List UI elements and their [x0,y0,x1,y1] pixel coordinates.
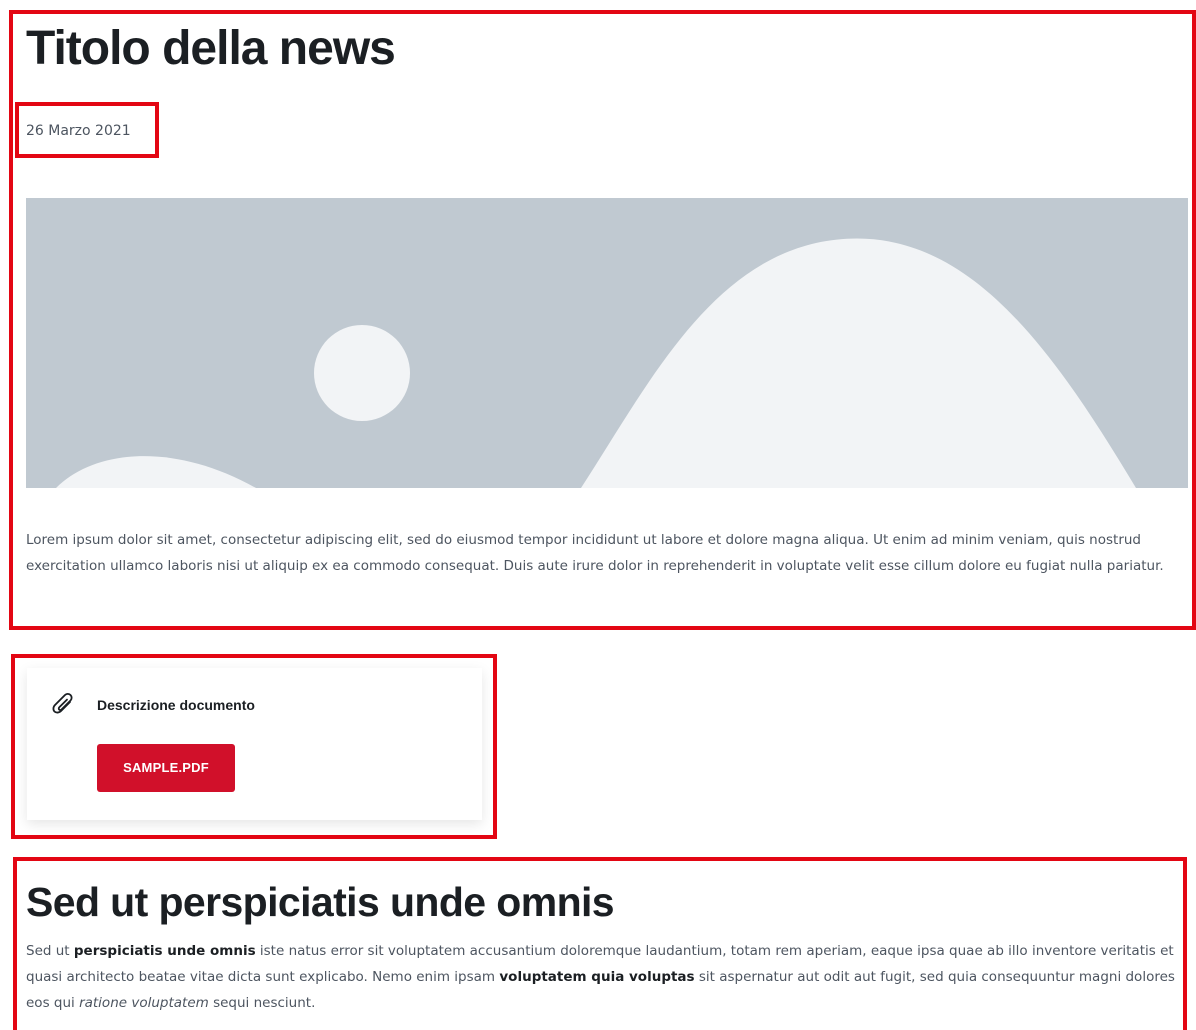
section-text: sequi nesciunt. [208,995,316,1011]
section-text: Sed ut [26,943,74,959]
news-date: 26 Marzo 2021 [26,123,131,139]
attachment-card: Descrizione documento SAMPLE.PDF [27,668,482,820]
section-title: Sed ut perspiciatis unde omnis [26,879,615,925]
section-italic-text: ratione voluptatem [79,995,209,1011]
news-lead-paragraph: Lorem ipsum dolor sit amet, consectetur … [26,532,1164,574]
document-description: Descrizione documento [97,697,255,713]
image-placeholder-icon [26,198,1188,488]
section-bold-text: voluptatem quia voluptas [499,969,695,985]
paperclip-icon [52,692,73,714]
section-paragraph: Sed ut perspiciatis unde omnis iste natu… [26,938,1186,1016]
hero-image [26,198,1188,488]
sample-pdf-button[interactable]: SAMPLE.PDF [97,744,235,792]
news-title: Titolo della news [26,22,396,75]
section-bold-text: perspiciatis unde omnis [73,943,256,959]
